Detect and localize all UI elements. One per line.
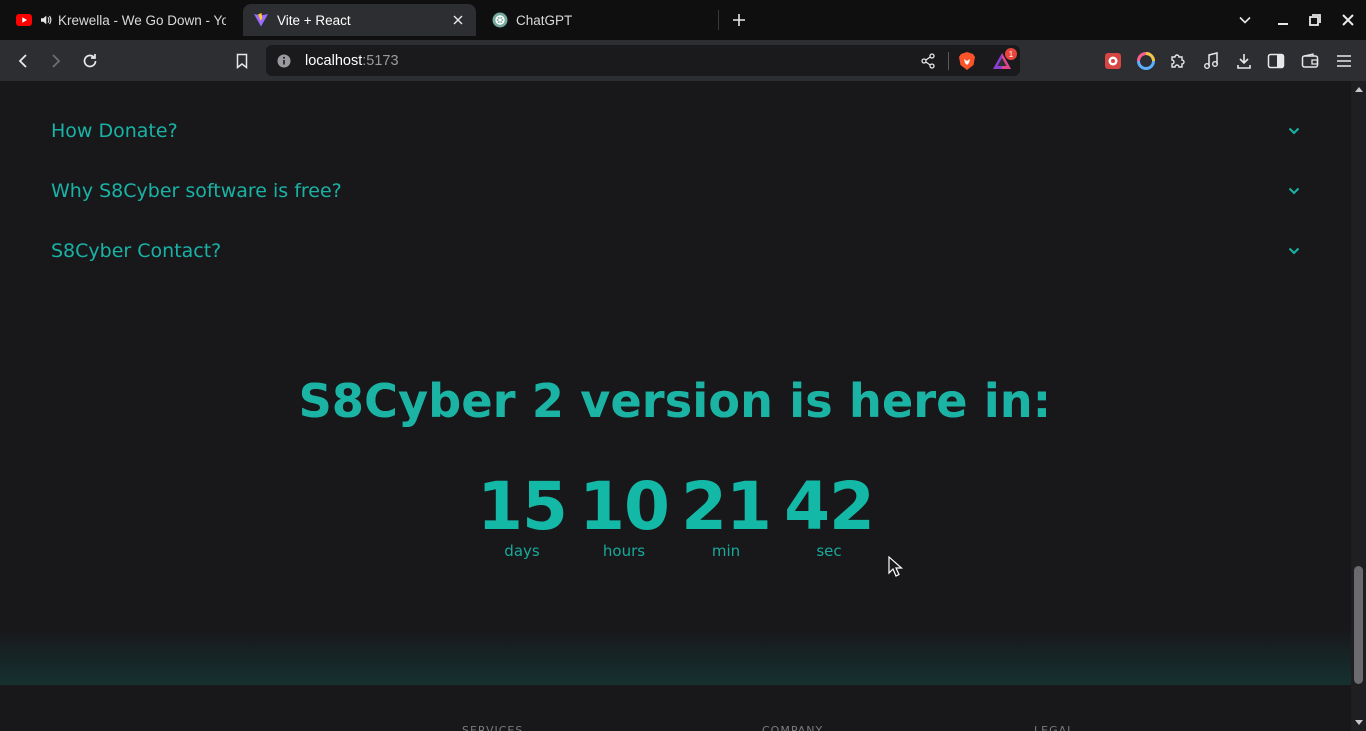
url-port: :5173 <box>362 52 399 69</box>
menu-icon[interactable] <box>1333 50 1355 72</box>
tab-title: Vite + React <box>277 12 351 28</box>
tab-chatgpt[interactable]: ChatGPT <box>482 4 712 36</box>
site-info-icon[interactable] <box>274 51 294 71</box>
tab-strip: Krewella - We Go Down - YouT Vite + Reac… <box>0 0 1366 40</box>
faq-question: S8Cyber Contact? <box>51 240 222 262</box>
countdown-minutes: 21 min <box>676 468 776 561</box>
countdown-value: 21 <box>681 468 772 545</box>
footer <box>0 685 1351 731</box>
footer-column-heading: LEGAL <box>1034 724 1075 731</box>
scroll-up-icon[interactable] <box>1351 82 1366 96</box>
scrollbar-thumb[interactable] <box>1354 566 1363 684</box>
footer-column-heading: COMPANY <box>762 724 824 731</box>
bookmark-icon[interactable] <box>231 50 253 72</box>
faq-item[interactable]: Why S8Cyber software is free? <box>51 171 1301 211</box>
chatgpt-icon <box>492 12 508 28</box>
url-divider <box>948 52 949 70</box>
sponsored-icon[interactable] <box>1102 50 1124 72</box>
share-icon[interactable] <box>918 51 938 71</box>
tab-separator <box>718 10 719 30</box>
brave-shields-icon[interactable] <box>957 51 977 71</box>
youtube-icon <box>16 12 32 28</box>
download-icon[interactable] <box>1233 50 1255 72</box>
footer-column-heading: SERVICES <box>462 724 524 731</box>
tab-title: ChatGPT <box>516 12 573 28</box>
speaker-icon[interactable] <box>40 14 52 26</box>
close-window-icon[interactable] <box>1336 8 1360 32</box>
rewards-badge: 1 <box>1005 48 1017 60</box>
address-bar[interactable]: localhost:5173 <box>266 45 1020 76</box>
chevron-down-icon[interactable] <box>1287 184 1301 198</box>
close-tab-icon[interactable] <box>450 12 466 28</box>
countdown-hours: 10 hours <box>574 468 674 561</box>
countdown-headline: S8Cyber 2 version is here in: <box>0 374 1350 428</box>
tab-youtube[interactable]: Krewella - We Go Down - YouT <box>6 4 236 36</box>
countdown-value: 42 <box>784 468 875 545</box>
footer-glow <box>0 630 1351 686</box>
countdown-value: 10 <box>579 468 670 545</box>
media-icon[interactable] <box>1200 50 1222 72</box>
url-text[interactable]: localhost:5173 <box>305 53 399 69</box>
countdown-seconds: 42 sec <box>779 468 879 561</box>
chevron-down-icon[interactable] <box>1287 244 1301 258</box>
faq-question: Why S8Cyber software is free? <box>51 180 342 202</box>
forward-icon[interactable] <box>45 50 67 72</box>
new-tab-button[interactable] <box>728 10 750 30</box>
chevron-down-icon[interactable] <box>1287 124 1301 138</box>
mouse-cursor-icon <box>888 555 904 578</box>
minimize-icon[interactable] <box>1271 8 1295 32</box>
tab-search-icon[interactable] <box>1233 8 1257 32</box>
url-host: localhost <box>305 52 363 69</box>
vite-icon <box>253 12 269 28</box>
wallet-icon[interactable] <box>1299 50 1321 72</box>
reload-icon[interactable] <box>79 50 101 72</box>
tab-vite-react[interactable]: Vite + React <box>243 4 476 36</box>
scroll-down-icon[interactable] <box>1351 716 1366 730</box>
extensions-icon[interactable] <box>1167 50 1189 72</box>
sidebar-icon[interactable] <box>1265 50 1287 72</box>
back-icon[interactable] <box>12 50 34 72</box>
countdown-days: 15 days <box>472 468 572 561</box>
faq-item[interactable]: How Donate? <box>51 111 1301 151</box>
color-extension-icon[interactable] <box>1135 50 1157 72</box>
faq-question: How Donate? <box>51 120 178 142</box>
faq-item[interactable]: S8Cyber Contact? <box>51 231 1301 271</box>
tab-title: Krewella - We Go Down - YouT <box>58 12 226 28</box>
maximize-icon[interactable] <box>1303 8 1327 32</box>
countdown-value: 15 <box>477 468 568 545</box>
countdown-headline-text: S8Cyber 2 version is here in: <box>298 374 1052 428</box>
